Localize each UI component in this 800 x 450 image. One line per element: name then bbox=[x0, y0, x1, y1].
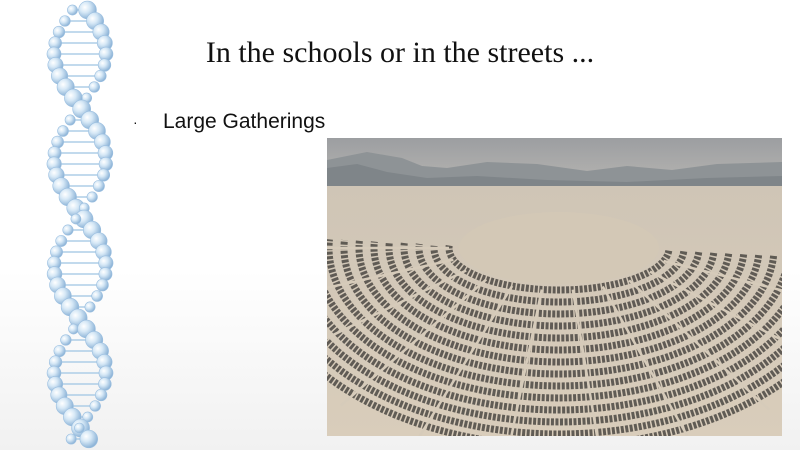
slide-title: In the schools or in the streets ... bbox=[205, 36, 595, 69]
bullet-marker: · bbox=[133, 114, 138, 130]
aerial-camp-photo bbox=[327, 138, 782, 436]
bullet-text: Large Gatherings bbox=[163, 110, 326, 133]
bullet-item: · Large Gatherings bbox=[133, 110, 325, 134]
dna-helix-icon bbox=[46, 0, 114, 449]
